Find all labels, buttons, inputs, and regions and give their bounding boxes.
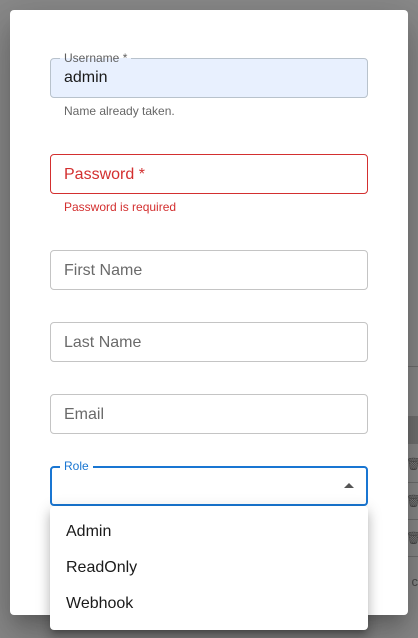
chevron-up-icon[interactable] [344,483,354,488]
username-value: admin [64,69,108,86]
role-label: Role [60,460,93,472]
username-helper-text: Name already taken. [64,104,175,118]
first-name-placeholder: First Name [64,262,143,279]
password-placeholder: Password * [64,166,145,183]
username-label: Username * [60,52,132,64]
role-dropdown-menu: Admin ReadOnly Webhook [50,506,368,630]
first-name-field[interactable]: First Name [50,250,368,290]
email-placeholder: Email [64,406,105,423]
last-name-field[interactable]: Last Name [50,322,368,362]
password-field[interactable]: Password * [50,154,368,194]
email-field[interactable]: Email [50,394,368,434]
last-name-placeholder: Last Name [64,334,142,351]
username-field[interactable]: Username * admin [50,52,368,98]
role-option-admin[interactable]: Admin [50,514,368,550]
role-select[interactable]: Role [50,460,368,506]
role-option-readonly[interactable]: ReadOnly [50,550,368,586]
role-option-webhook[interactable]: Webhook [50,586,368,622]
password-error-text: Password is required [64,200,177,214]
